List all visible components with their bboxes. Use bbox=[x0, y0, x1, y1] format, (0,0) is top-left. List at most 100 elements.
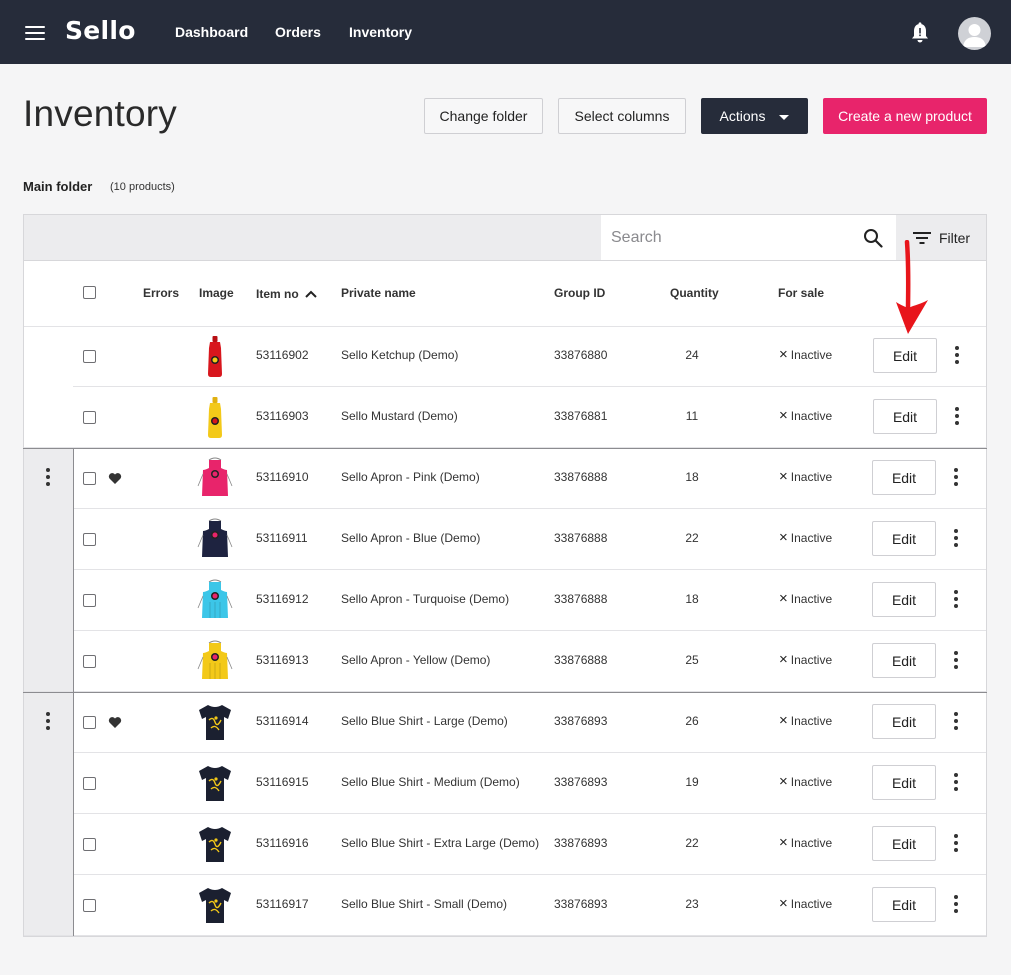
nav-orders[interactable]: Orders bbox=[275, 24, 321, 40]
row-menu-icon[interactable] bbox=[953, 590, 959, 608]
column-item-no[interactable]: Item no bbox=[256, 287, 318, 301]
status-label: Inactive bbox=[790, 348, 833, 362]
row-checkbox[interactable] bbox=[83, 411, 96, 424]
edit-button[interactable]: Edit bbox=[872, 643, 936, 678]
table-row: 53116903 Sello Mustard (Demo) 33876881 11 × I… bbox=[24, 387, 986, 448]
private-name[interactable]: Sello Blue Shirt - Large (Demo) bbox=[341, 714, 508, 728]
edit-button[interactable]: Edit bbox=[872, 460, 936, 495]
edit-button[interactable]: Edit bbox=[872, 582, 936, 617]
product-image[interactable] bbox=[195, 578, 235, 622]
select-all-checkbox[interactable] bbox=[83, 286, 96, 299]
row-checkbox[interactable] bbox=[83, 777, 96, 790]
row-menu-icon[interactable] bbox=[954, 407, 960, 425]
avatar[interactable] bbox=[958, 17, 991, 50]
nav-dashboard[interactable]: Dashboard bbox=[175, 24, 248, 40]
column-for-sale[interactable]: For sale bbox=[778, 286, 824, 300]
row-menu-icon[interactable] bbox=[953, 712, 959, 730]
item-no: 53116913 bbox=[256, 653, 309, 667]
row-menu-icon[interactable] bbox=[953, 651, 959, 669]
row-checkbox[interactable] bbox=[83, 472, 96, 485]
column-group-id[interactable]: Group ID bbox=[554, 286, 605, 300]
item-no: 53116912 bbox=[256, 592, 309, 606]
product-image[interactable] bbox=[195, 456, 235, 500]
column-image[interactable]: Image bbox=[199, 286, 234, 300]
column-errors[interactable]: Errors bbox=[143, 286, 179, 300]
edit-button[interactable]: Edit bbox=[873, 399, 937, 434]
quantity: 22 bbox=[685, 531, 699, 545]
row-checkbox[interactable] bbox=[83, 533, 96, 546]
product-image[interactable] bbox=[195, 822, 235, 866]
close-icon: × bbox=[779, 895, 788, 912]
column-private-name[interactable]: Private name bbox=[341, 286, 416, 300]
column-quantity[interactable]: Quantity bbox=[670, 286, 719, 300]
nav-inventory[interactable]: Inventory bbox=[349, 24, 412, 40]
brand-logo[interactable]: Sello bbox=[65, 16, 136, 45]
row-checkbox[interactable] bbox=[83, 899, 96, 912]
row-menu-icon[interactable] bbox=[953, 773, 959, 791]
private-name[interactable]: Sello Ketchup (Demo) bbox=[341, 348, 458, 362]
row-menu-icon[interactable] bbox=[953, 834, 959, 852]
private-name[interactable]: Sello Mustard (Demo) bbox=[341, 409, 458, 423]
menu-icon[interactable] bbox=[25, 26, 45, 40]
heart-icon[interactable] bbox=[108, 716, 122, 729]
group-menu-icon[interactable] bbox=[45, 468, 51, 486]
for-sale-status: × Inactive bbox=[779, 346, 833, 363]
private-name[interactable]: Sello Apron - Blue (Demo) bbox=[341, 531, 480, 545]
product-image[interactable] bbox=[195, 761, 235, 805]
edit-button[interactable]: Edit bbox=[872, 826, 936, 861]
edit-button[interactable]: Edit bbox=[872, 887, 936, 922]
item-no: 53116902 bbox=[256, 348, 309, 362]
group-menu-icon[interactable] bbox=[45, 712, 51, 730]
quantity: 25 bbox=[685, 653, 699, 667]
for-sale-status: × Inactive bbox=[779, 774, 833, 789]
private-name[interactable]: Sello Blue Shirt - Small (Demo) bbox=[341, 897, 507, 911]
bell-icon[interactable] bbox=[910, 22, 930, 44]
select-columns-button[interactable]: Select columns bbox=[558, 98, 686, 134]
edit-button[interactable]: Edit bbox=[872, 765, 936, 800]
actions-dropdown-button[interactable]: Actions bbox=[701, 98, 808, 134]
for-sale-status: × Inactive bbox=[779, 469, 832, 484]
row-checkbox[interactable] bbox=[83, 594, 96, 607]
edit-button[interactable]: Edit bbox=[873, 338, 937, 373]
private-name[interactable]: Sello Apron - Pink (Demo) bbox=[341, 470, 480, 484]
product-image[interactable] bbox=[195, 883, 235, 927]
product-image[interactable] bbox=[195, 334, 235, 378]
close-icon: × bbox=[779, 346, 788, 363]
table-row: 53116910 Sello Apron - Pink (Demo) 3387688… bbox=[23, 448, 987, 509]
private-name[interactable]: Sello Apron - Yellow (Demo) bbox=[341, 653, 490, 667]
edit-button[interactable]: Edit bbox=[872, 704, 936, 739]
group-divider bbox=[23, 692, 987, 693]
status-label: Inactive bbox=[790, 897, 833, 911]
private-name[interactable]: Sello Blue Shirt - Medium (Demo) bbox=[341, 775, 520, 789]
row-menu-icon[interactable] bbox=[953, 529, 959, 547]
row-checkbox[interactable] bbox=[83, 716, 96, 729]
heart-icon[interactable] bbox=[108, 472, 122, 485]
product-image[interactable] bbox=[195, 395, 235, 439]
create-product-button[interactable]: Create a new product bbox=[823, 98, 987, 134]
product-image[interactable] bbox=[195, 639, 235, 683]
status-label: Inactive bbox=[790, 775, 833, 789]
row-menu-icon[interactable] bbox=[954, 346, 960, 364]
product-image[interactable] bbox=[195, 700, 235, 744]
row-menu-icon[interactable] bbox=[953, 895, 959, 913]
row-checkbox[interactable] bbox=[83, 350, 96, 363]
row-menu-icon[interactable] bbox=[953, 468, 959, 486]
table-row: 53116916 Sello Blue Shirt - Extra Large (… bbox=[24, 814, 986, 875]
quantity: 24 bbox=[685, 348, 699, 362]
product-image[interactable] bbox=[195, 517, 235, 561]
edit-button[interactable]: Edit bbox=[872, 521, 936, 556]
status-label: Inactive bbox=[790, 409, 833, 423]
products-table: Filter Errors Image Item no Private name… bbox=[23, 214, 987, 937]
row-checkbox[interactable] bbox=[83, 838, 96, 851]
search-input[interactable] bbox=[611, 215, 851, 260]
table-row: 53116911 Sello Apron - Blue (Demo) 3387688… bbox=[24, 509, 986, 570]
table-row: 53116917 Sello Blue Shirt - Small (Demo) 3… bbox=[24, 875, 986, 936]
status-label: Inactive bbox=[790, 836, 833, 850]
private-name[interactable]: Sello Apron - Turquoise (Demo) bbox=[341, 592, 509, 606]
row-checkbox[interactable] bbox=[83, 655, 96, 668]
quantity: 18 bbox=[685, 592, 699, 606]
change-folder-button[interactable]: Change folder bbox=[424, 98, 543, 134]
search-icon[interactable] bbox=[863, 228, 883, 248]
private-name[interactable]: Sello Blue Shirt - Extra Large (Demo) bbox=[341, 836, 539, 850]
for-sale-status: × Inactive bbox=[779, 713, 832, 728]
